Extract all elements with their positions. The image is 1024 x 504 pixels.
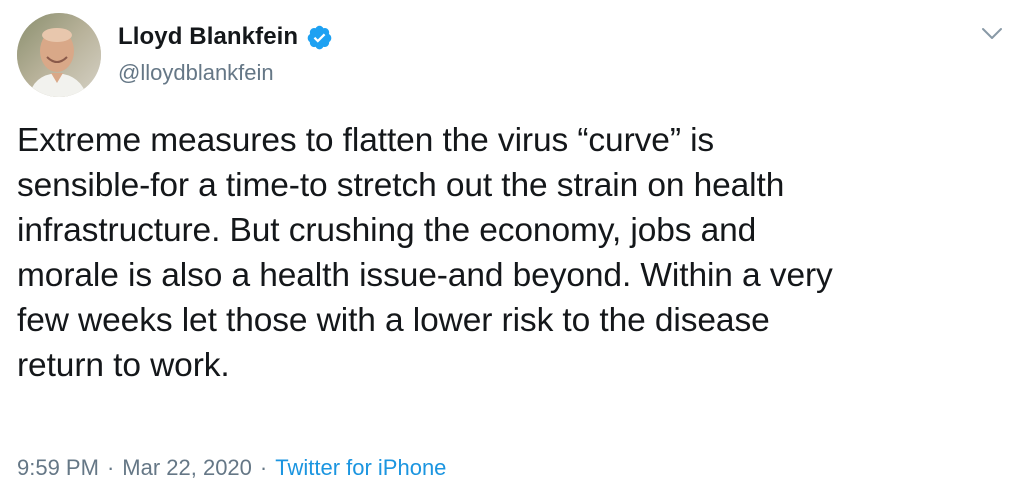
tweet-source-link[interactable]: Twitter for iPhone (275, 455, 446, 481)
tweet-date[interactable]: Mar 22, 2020 (122, 455, 252, 481)
meta-separator: · (106, 455, 115, 480)
name-row: Lloyd Blankfein (118, 22, 333, 52)
avatar[interactable] (17, 13, 101, 97)
display-name[interactable]: Lloyd Blankfein (118, 23, 298, 51)
meta-separator: · (259, 455, 268, 480)
chevron-down-icon[interactable] (980, 24, 1004, 44)
handle[interactable]: @lloydblankfein (118, 60, 333, 86)
avatar-image (17, 13, 101, 97)
verified-badge-icon (306, 24, 333, 51)
tweet-text: Extreme measures to flatten the virus “c… (17, 122, 833, 384)
tweet-time[interactable]: 9:59 PM (17, 455, 99, 481)
tweet-metadata: 9:59 PM · Mar 22, 2020 · Twitter for iPh… (17, 455, 446, 481)
tweet-card: Lloyd Blankfein @lloydblankfein Extreme … (0, 0, 1024, 504)
author-block[interactable]: Lloyd Blankfein @lloydblankfein (118, 22, 333, 86)
